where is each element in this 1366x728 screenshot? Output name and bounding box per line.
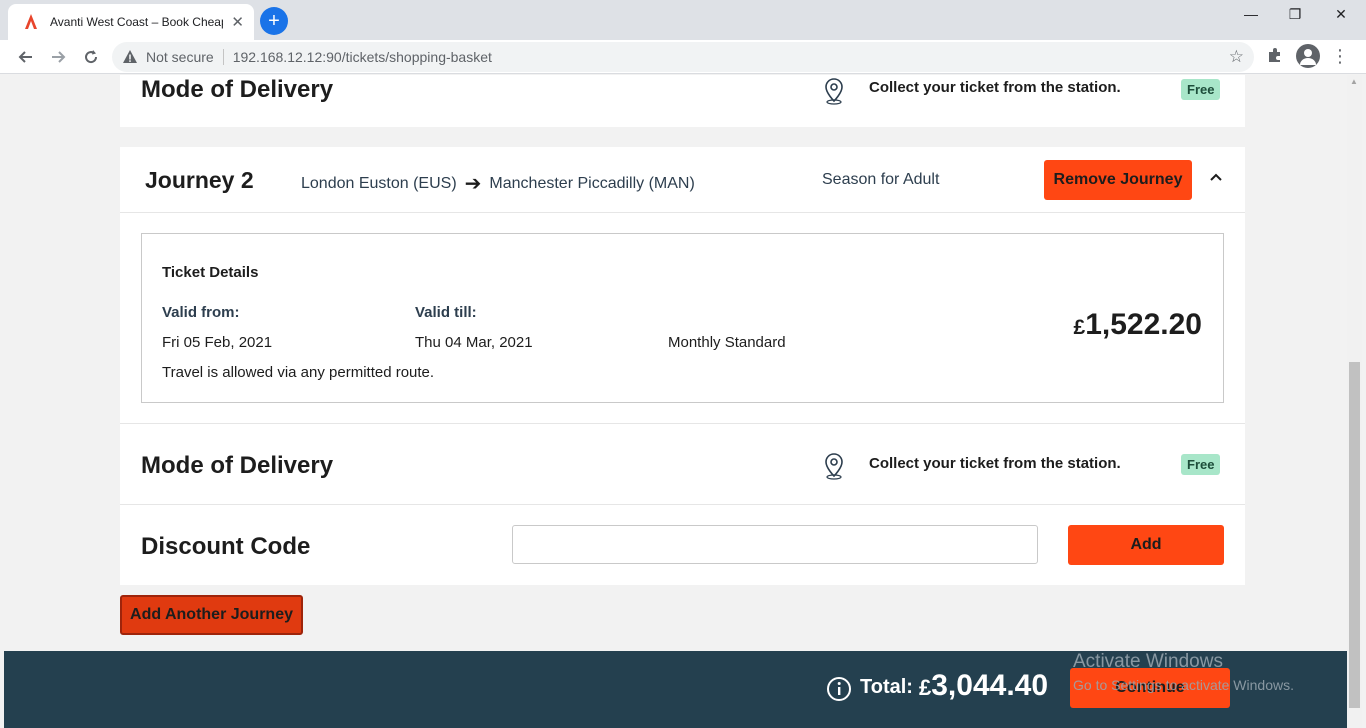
ticket-type: Season for Adult (822, 171, 940, 188)
discount-card: Discount Code Add (120, 505, 1245, 585)
bookmark-star-icon[interactable]: ☆ (1229, 47, 1244, 67)
price-amount: 1,522.20 (1085, 308, 1202, 341)
discount-heading: Discount Code (141, 533, 311, 560)
price-currency: £ (1073, 316, 1086, 339)
route-arrow-icon: ➔ (464, 173, 482, 195)
tab-close-icon[interactable]: ✕ (231, 13, 244, 31)
free-badge: Free (1181, 79, 1221, 100)
valid-till-label: Valid till: (415, 304, 477, 321)
address-separator (222, 49, 224, 65)
address-bar[interactable]: Not secure 192.168.12.12:90/tickets/shop… (112, 42, 1254, 72)
minimize-button[interactable]: — (1228, 0, 1274, 28)
valid-till-value: Thu 04 Mar, 2021 (415, 334, 533, 351)
url-text: 192.168.12.12:90/tickets/shopping-basket (232, 49, 492, 65)
delivery-heading-2: Mode of Delivery (141, 452, 334, 479)
forward-arrow-icon (52, 51, 66, 63)
chevron-up-icon[interactable] (1208, 169, 1224, 185)
avanti-logo-icon (25, 14, 37, 29)
origin-station: London Euston (EUS) (301, 174, 457, 192)
not-secure-label: Not secure (146, 49, 214, 65)
scroll-thumb[interactable] (1349, 362, 1360, 708)
total-currency: £ (919, 675, 932, 700)
fare-type: Monthly Standard (668, 334, 786, 351)
delivery-heading: Mode of Delivery (141, 76, 334, 103)
info-icon[interactable] (826, 676, 852, 702)
location-pin-icon (825, 453, 843, 480)
add-another-journey-button[interactable]: Add Another Journey (120, 595, 303, 635)
restore-button[interactable]: ❐ (1272, 0, 1318, 28)
browser-tab[interactable]: Avanti West Coast – Book Cheap ✕ (8, 4, 254, 40)
collect-ticket-text: Collect your ticket from the station. (869, 79, 1121, 96)
total-label: Total: (860, 676, 913, 698)
activate-windows-subtitle: Go to Settings to activate Windows. (1073, 677, 1294, 693)
back-arrow-icon (18, 51, 32, 63)
total-value: £3,044.40 (919, 669, 1048, 703)
delivery-divider (120, 423, 1245, 424)
forward-button[interactable] (46, 44, 72, 70)
page-scrollbar[interactable]: ▲ (1347, 75, 1362, 728)
add-discount-button[interactable]: Add (1068, 525, 1224, 565)
ticket-details-box: Ticket Details Valid from: Fri 05 Feb, 2… (141, 233, 1224, 403)
free-badge-2: Free (1181, 454, 1221, 475)
warning-icon (123, 50, 137, 63)
scroll-up-arrow-icon[interactable]: ▲ (1350, 77, 1358, 86)
back-button[interactable] (12, 44, 38, 70)
valid-from-value: Fri 05 Feb, 2021 (162, 334, 273, 351)
remove-journey-button[interactable]: Remove Journey (1044, 160, 1192, 200)
page-viewport: Mode of Delivery Collect your ticket fro… (4, 75, 1347, 728)
journey-title: Journey 2 (145, 167, 254, 193)
ticket-price: £1,522.20 (1074, 308, 1202, 342)
journey-divider (120, 212, 1245, 213)
basket-footer: Total: £3,044.40 Continue Activate Windo… (4, 651, 1347, 728)
journey-route: London Euston (EUS) ➔ Manchester Piccadi… (301, 171, 695, 196)
profile-avatar-icon[interactable] (1296, 44, 1320, 68)
delivery-card-top: Mode of Delivery Collect your ticket fro… (120, 75, 1245, 127)
reload-button[interactable] (78, 44, 104, 70)
tab-title: Avanti West Coast – Book Cheap (50, 15, 224, 29)
valid-from-label: Valid from: (162, 304, 240, 321)
destination-station: Manchester Piccadilly (MAN) (489, 174, 695, 192)
collect-ticket-text-2: Collect your ticket from the station. (869, 455, 1121, 472)
discount-code-input[interactable] (512, 525, 1038, 564)
reload-icon (85, 50, 98, 64)
activate-windows-title: Activate Windows (1073, 651, 1223, 672)
ticket-details-heading: Ticket Details (162, 264, 259, 281)
total-amount: 3,044.40 (931, 669, 1049, 702)
browser-menu-icon[interactable]: ⋮ (1328, 44, 1352, 68)
browser-titlebar: Avanti West Coast – Book Cheap ✕ + — ❐ ✕ (0, 0, 1366, 40)
location-pin-icon (825, 78, 843, 105)
browser-toolbar: Not secure 192.168.12.12:90/tickets/shop… (0, 40, 1366, 74)
new-tab-button[interactable]: + (260, 7, 288, 35)
route-note: Travel is allowed via any permitted rout… (162, 364, 435, 381)
extensions-puzzle-icon[interactable] (1264, 44, 1286, 66)
close-window-button[interactable]: ✕ (1318, 0, 1364, 28)
